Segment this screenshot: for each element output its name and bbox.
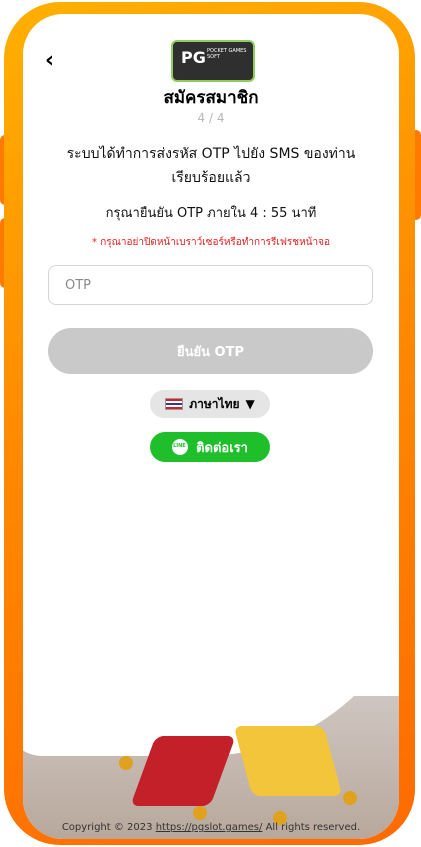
pg-logo: PG POCKET GAMES SOFT	[171, 40, 255, 82]
screen: ‹ PG POCKET GAMES SOFT สมัครสมาชิก 4 / 4…	[23, 14, 399, 839]
page-title: สมัครสมาชิก	[163, 88, 259, 108]
phone-frame: ‹ PG POCKET GAMES SOFT สมัครสมาชิก 4 / 4…	[0, 0, 421, 847]
footer-rights: All rights reserved.	[265, 822, 361, 833]
language-selector[interactable]: ภาษาไทย ▼	[150, 390, 270, 418]
confirm-otp-button[interactable]: ยืนยัน OTP	[48, 328, 373, 374]
language-label: ภาษาไทย	[189, 396, 240, 411]
footer-copyright: Copyright © 2023	[61, 822, 153, 833]
otp-sent-message: ระบบได้ทำการส่งรหัส OTP ไปยัง SMS ของท่า…	[66, 146, 356, 186]
logo-text: PG	[181, 48, 206, 67]
otp-input[interactable]	[48, 265, 373, 305]
joker-artwork	[23, 696, 399, 839]
thailand-flag-icon	[165, 398, 184, 410]
otp-timer: กรุณายืนยัน OTP ภายใน 4 : 55 นาที	[105, 206, 317, 221]
caret-down-icon: ▼	[245, 397, 255, 411]
line-icon: LINE	[172, 439, 189, 455]
logo-subtext: POCKET GAMES SOFT	[207, 48, 247, 60]
footer-link[interactable]: https://pgslot.games/	[156, 822, 263, 833]
footer: Copyright © 2023 https://pgslot.games/ A…	[23, 822, 399, 833]
contact-label: ติดต่อเรา	[196, 440, 248, 456]
contact-us-button[interactable]: LINE ติดต่อเรา	[150, 432, 270, 462]
back-arrow-icon[interactable]: ‹	[45, 48, 54, 73]
step-indicator: 4 / 4	[197, 111, 225, 125]
warning-text: * กรุณาอย่าปิดหน้าเบราว์เซอร์หรือทำการรี…	[92, 237, 330, 248]
